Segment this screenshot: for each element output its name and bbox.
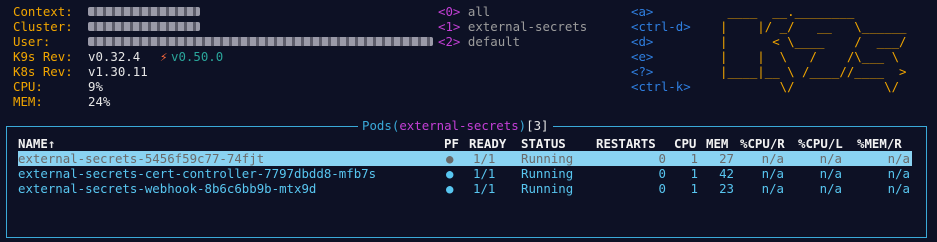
namespace-key: <2>	[438, 34, 461, 49]
cpu-value: 9%	[88, 79, 103, 94]
namespace-shortcut[interactable]: <2> default	[438, 34, 520, 49]
logo-line: | < \____ / ___/	[720, 34, 907, 49]
pod-restarts: 0	[658, 181, 666, 196]
k9s-update-version: v0.50.0	[171, 49, 224, 64]
pod-pf: ●	[446, 151, 454, 166]
pod-cpu-l: n/a	[819, 151, 842, 166]
k8s-rev-value: v1.30.11	[88, 64, 148, 79]
cluster-label: Cluster:	[13, 19, 73, 34]
pod-restarts: 0	[658, 166, 666, 181]
pod-cpu: 1	[690, 151, 698, 166]
col-pf-header[interactable]: PF	[444, 136, 459, 151]
hotkey-edit[interactable]: <e>	[631, 49, 653, 64]
pod-pf: ●	[446, 181, 454, 196]
logo-line: |____|__ \ /____//____ >	[720, 64, 907, 79]
cpu-label: CPU:	[13, 79, 43, 94]
context-value-redacted	[88, 7, 200, 16]
col-restarts-header[interactable]: RESTARTS	[596, 136, 656, 151]
panel-title-resource: Pods	[362, 118, 392, 133]
k8s-rev-label: K8s Rev:	[13, 64, 73, 79]
context-label: Context:	[13, 4, 73, 19]
col-mem-r-header[interactable]: %MEM/R	[857, 136, 902, 151]
pod-name: external-secrets-cert-controller-7797dbd…	[18, 166, 377, 181]
pod-cpu-l: n/a	[819, 181, 842, 196]
logo-line: ____ __.________	[720, 4, 907, 19]
cluster-value-redacted	[88, 22, 200, 31]
pod-mem: 42	[719, 166, 734, 181]
namespace-shortcut[interactable]: <1> external-secrets	[438, 19, 587, 34]
col-name-header[interactable]: NAME↑	[18, 136, 55, 151]
user-label: User:	[13, 34, 51, 49]
hotkey-ctrl-k[interactable]: <ctrl-k>	[631, 79, 691, 94]
k9s-rev-value: v0.32.4	[88, 49, 141, 64]
pod-mem-r: n/a	[887, 166, 910, 181]
pod-mem-r: n/a	[887, 181, 910, 196]
col-ready-header[interactable]: READY	[469, 136, 506, 151]
namespace-shortcut[interactable]: <0> all	[438, 4, 490, 19]
pod-mem-r: n/a	[887, 151, 910, 166]
hotkey-describe[interactable]: <d>	[631, 34, 653, 49]
col-cpu-l-header[interactable]: %CPU/L	[798, 136, 843, 151]
mem-value: 24%	[88, 94, 111, 109]
user-value-redacted	[88, 37, 433, 46]
pod-status: Running	[521, 166, 574, 181]
pod-cpu-r: n/a	[761, 151, 784, 166]
pod-cpu-l: n/a	[819, 166, 842, 181]
pod-cpu-r: n/a	[761, 166, 784, 181]
pod-cpu: 1	[690, 181, 698, 196]
table-row[interactable]: external-secrets-webhook-8b6c6bb9b-mtx9d…	[18, 181, 912, 196]
col-mem-header[interactable]: MEM	[706, 136, 728, 151]
bolt-icon: ⚡	[160, 49, 168, 64]
logo-line: | | \ / /\___ \	[720, 49, 907, 64]
namespace-name: all	[467, 4, 491, 19]
panel-title-count: [3]	[526, 118, 549, 133]
k9s-rev-label: K9s Rev:	[13, 49, 73, 64]
sort-asc-icon: ↑	[47, 136, 56, 151]
hotkey-attach[interactable]: <a>	[631, 4, 653, 19]
pod-status: Running	[521, 181, 574, 196]
pod-cpu: 1	[690, 166, 698, 181]
hotkey-help[interactable]: <?>	[631, 64, 653, 79]
col-cpu-header[interactable]: CPU	[674, 136, 696, 151]
mem-label: MEM:	[13, 94, 43, 109]
logo-line: \/ \/	[720, 79, 907, 94]
hotkey-ctrl-d[interactable]: <ctrl-d>	[631, 19, 691, 34]
namespace-key: <1>	[438, 19, 461, 34]
pod-mem: 23	[719, 181, 734, 196]
table-row[interactable]: external-secrets-5456f59c77-74fjt ● 1/1 …	[18, 151, 912, 166]
namespace-key: <0>	[438, 4, 461, 19]
pod-pf: ●	[446, 166, 454, 181]
col-status-header[interactable]: STATUS	[521, 136, 566, 151]
panel-title: Pods(external-secrets)[3]	[358, 118, 553, 133]
table-row[interactable]: external-secrets-cert-controller-7797dbd…	[18, 166, 912, 181]
pod-name: external-secrets-webhook-8b6c6bb9b-mtx9d	[18, 181, 317, 196]
pod-status: Running	[521, 151, 574, 166]
pod-cpu-r: n/a	[761, 181, 784, 196]
pod-mem: 27	[719, 151, 734, 166]
pod-ready: 1/1	[473, 166, 496, 181]
pod-ready: 1/1	[473, 181, 496, 196]
pod-name: external-secrets-5456f59c77-74fjt	[18, 151, 265, 166]
pod-restarts: 0	[658, 151, 666, 166]
namespace-name: external-secrets	[467, 19, 588, 34]
pod-ready: 1/1	[473, 151, 496, 166]
table-header: NAME↑ PF READY STATUS RESTARTS CPU MEM %…	[0, 136, 937, 151]
col-cpu-r-header[interactable]: %CPU/R	[740, 136, 785, 151]
namespace-name: default	[467, 34, 521, 49]
logo-line: | |/ _/ __ \______	[720, 19, 907, 34]
panel-title-namespace: external-secrets	[399, 118, 519, 133]
